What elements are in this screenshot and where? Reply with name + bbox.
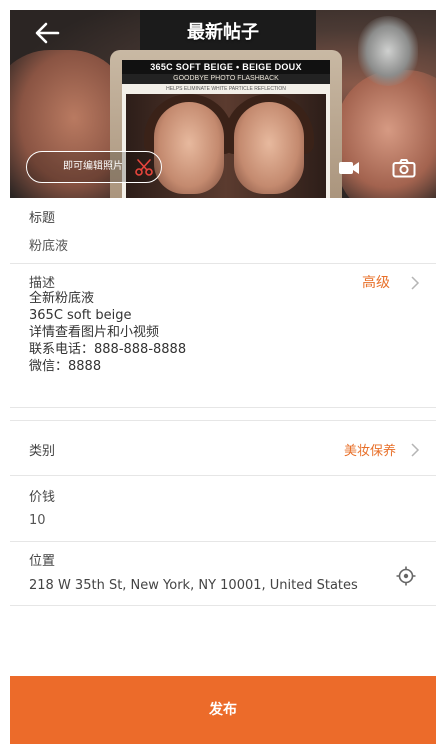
section-gap bbox=[10, 408, 436, 420]
product-label-top: 365C SOFT BEIGE • BEIGE DOUX bbox=[122, 60, 330, 74]
edit-photo-label: 即可编辑照片 bbox=[63, 161, 123, 172]
description-line: 联系电话：888-888-8888 bbox=[29, 342, 187, 357]
screen: 365C SOFT BEIGE • BEIGE DOUX GOODBYE PHO… bbox=[10, 10, 436, 744]
description-line: 全新粉底液 bbox=[29, 291, 95, 306]
location-target-icon[interactable] bbox=[396, 566, 416, 586]
camera-icon[interactable] bbox=[392, 158, 416, 178]
scissors-icon bbox=[135, 159, 153, 176]
category-value[interactable]: 美妆保养 bbox=[344, 440, 396, 459]
chevron-right-icon[interactable] bbox=[410, 276, 420, 290]
title-label: 标题 bbox=[29, 211, 56, 226]
price-input[interactable]: 10 bbox=[29, 513, 46, 528]
description-input[interactable]: 全新粉底液 365C soft beige 详情查看图片和小视频 联系电话：88… bbox=[29, 290, 186, 375]
edit-photo-button[interactable]: 即可编辑照片 bbox=[26, 151, 162, 183]
location-label: 位置 bbox=[29, 554, 56, 569]
product-label-mid: GOODBYE PHOTO FLASHBACK bbox=[122, 74, 330, 84]
price-label: 价钱 bbox=[29, 490, 56, 505]
location-input[interactable]: 218 W 35th St, New York, NY 10001, Unite… bbox=[29, 578, 358, 593]
face-right bbox=[234, 102, 304, 194]
product-label-fine: HELPS ELIMINATE WHITE PARTICLE REFLECTIO… bbox=[166, 86, 286, 92]
product-label-faces bbox=[126, 94, 326, 198]
advanced-link[interactable]: 高级 bbox=[362, 272, 390, 292]
chevron-right-icon[interactable] bbox=[410, 443, 420, 457]
photo-hand-right bbox=[336, 70, 436, 198]
category-label: 类别 bbox=[29, 444, 56, 459]
title-input[interactable]: 粉底液 bbox=[29, 235, 68, 254]
category-field[interactable]: 类别 美妆保养 bbox=[10, 420, 436, 476]
price-field[interactable]: 价钱 10 bbox=[10, 476, 436, 542]
description-field[interactable]: 描述 高级 全新粉底液 365C soft beige 详情查看图片和小视频 联… bbox=[10, 264, 436, 408]
video-camera-icon[interactable] bbox=[338, 160, 360, 176]
title-field[interactable]: 标题 粉底液 bbox=[10, 198, 436, 264]
description-label: 描述 bbox=[29, 276, 56, 291]
page-title: 最新帖子 bbox=[187, 22, 259, 43]
description-line: 365C soft beige bbox=[29, 308, 132, 323]
location-field[interactable]: 位置 218 W 35th St, New York, NY 10001, Un… bbox=[10, 542, 436, 606]
description-line: 详情查看图片和小视频 bbox=[29, 325, 160, 340]
face-left bbox=[154, 102, 224, 194]
cover-photo[interactable]: 365C SOFT BEIGE • BEIGE DOUX GOODBYE PHO… bbox=[10, 10, 436, 198]
publish-button[interactable]: 发布 bbox=[10, 676, 436, 744]
description-line: 微信：8888 bbox=[29, 359, 102, 374]
